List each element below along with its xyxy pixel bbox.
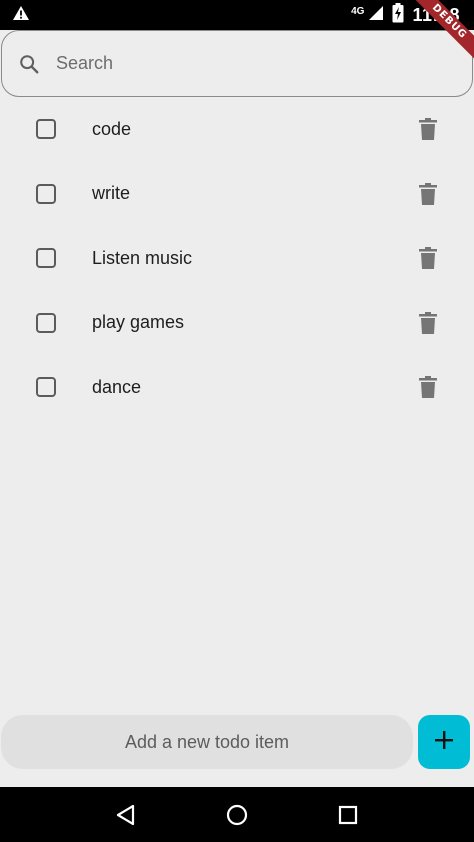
trash-icon[interactable]	[418, 311, 438, 335]
todo-checkbox[interactable]	[36, 119, 56, 140]
status-bar: 4G 11:18	[0, 0, 474, 30]
recents-icon[interactable]	[333, 800, 363, 830]
todo-label: write	[92, 183, 131, 204]
todo-label: dance	[92, 376, 142, 397]
network-label: 4G	[351, 5, 365, 17]
back-icon[interactable]	[111, 800, 141, 830]
todo-checkbox[interactable]	[36, 377, 56, 398]
list-item: Listen music	[0, 226, 474, 291]
search-icon	[16, 51, 42, 77]
list-item: dance	[0, 355, 474, 420]
list-item: code	[0, 97, 474, 162]
new-todo-placeholder: Add a new todo item	[124, 731, 290, 752]
new-todo-input[interactable]: Add a new todo item	[1, 715, 413, 769]
app-screen: 4G 11:18 DEBUG Search	[0, 0, 474, 842]
plus-icon	[433, 729, 455, 756]
todo-checkbox[interactable]	[36, 312, 56, 333]
warning-icon	[12, 5, 30, 26]
trash-icon[interactable]	[418, 182, 438, 206]
search-input[interactable]: Search	[1, 30, 473, 97]
todo-label: Listen music	[92, 247, 193, 268]
battery-charging-icon	[392, 2, 404, 28]
search-placeholder: Search	[56, 53, 114, 73]
todo-label: play games	[92, 312, 185, 333]
todo-checkbox[interactable]	[36, 248, 56, 269]
trash-icon[interactable]	[418, 246, 438, 270]
trash-icon[interactable]	[418, 117, 438, 141]
add-todo-button[interactable]	[418, 715, 470, 769]
list-item: play games	[0, 291, 474, 356]
todo-checkbox[interactable]	[36, 183, 56, 204]
signal-icon	[368, 5, 384, 26]
home-icon[interactable]	[222, 800, 252, 830]
todo-list: code write Listen music play games dance	[0, 97, 474, 420]
todo-label: code	[92, 118, 132, 139]
status-left	[12, 5, 30, 26]
list-item: write	[0, 162, 474, 227]
trash-icon[interactable]	[418, 375, 438, 399]
system-nav-bar	[0, 787, 474, 842]
